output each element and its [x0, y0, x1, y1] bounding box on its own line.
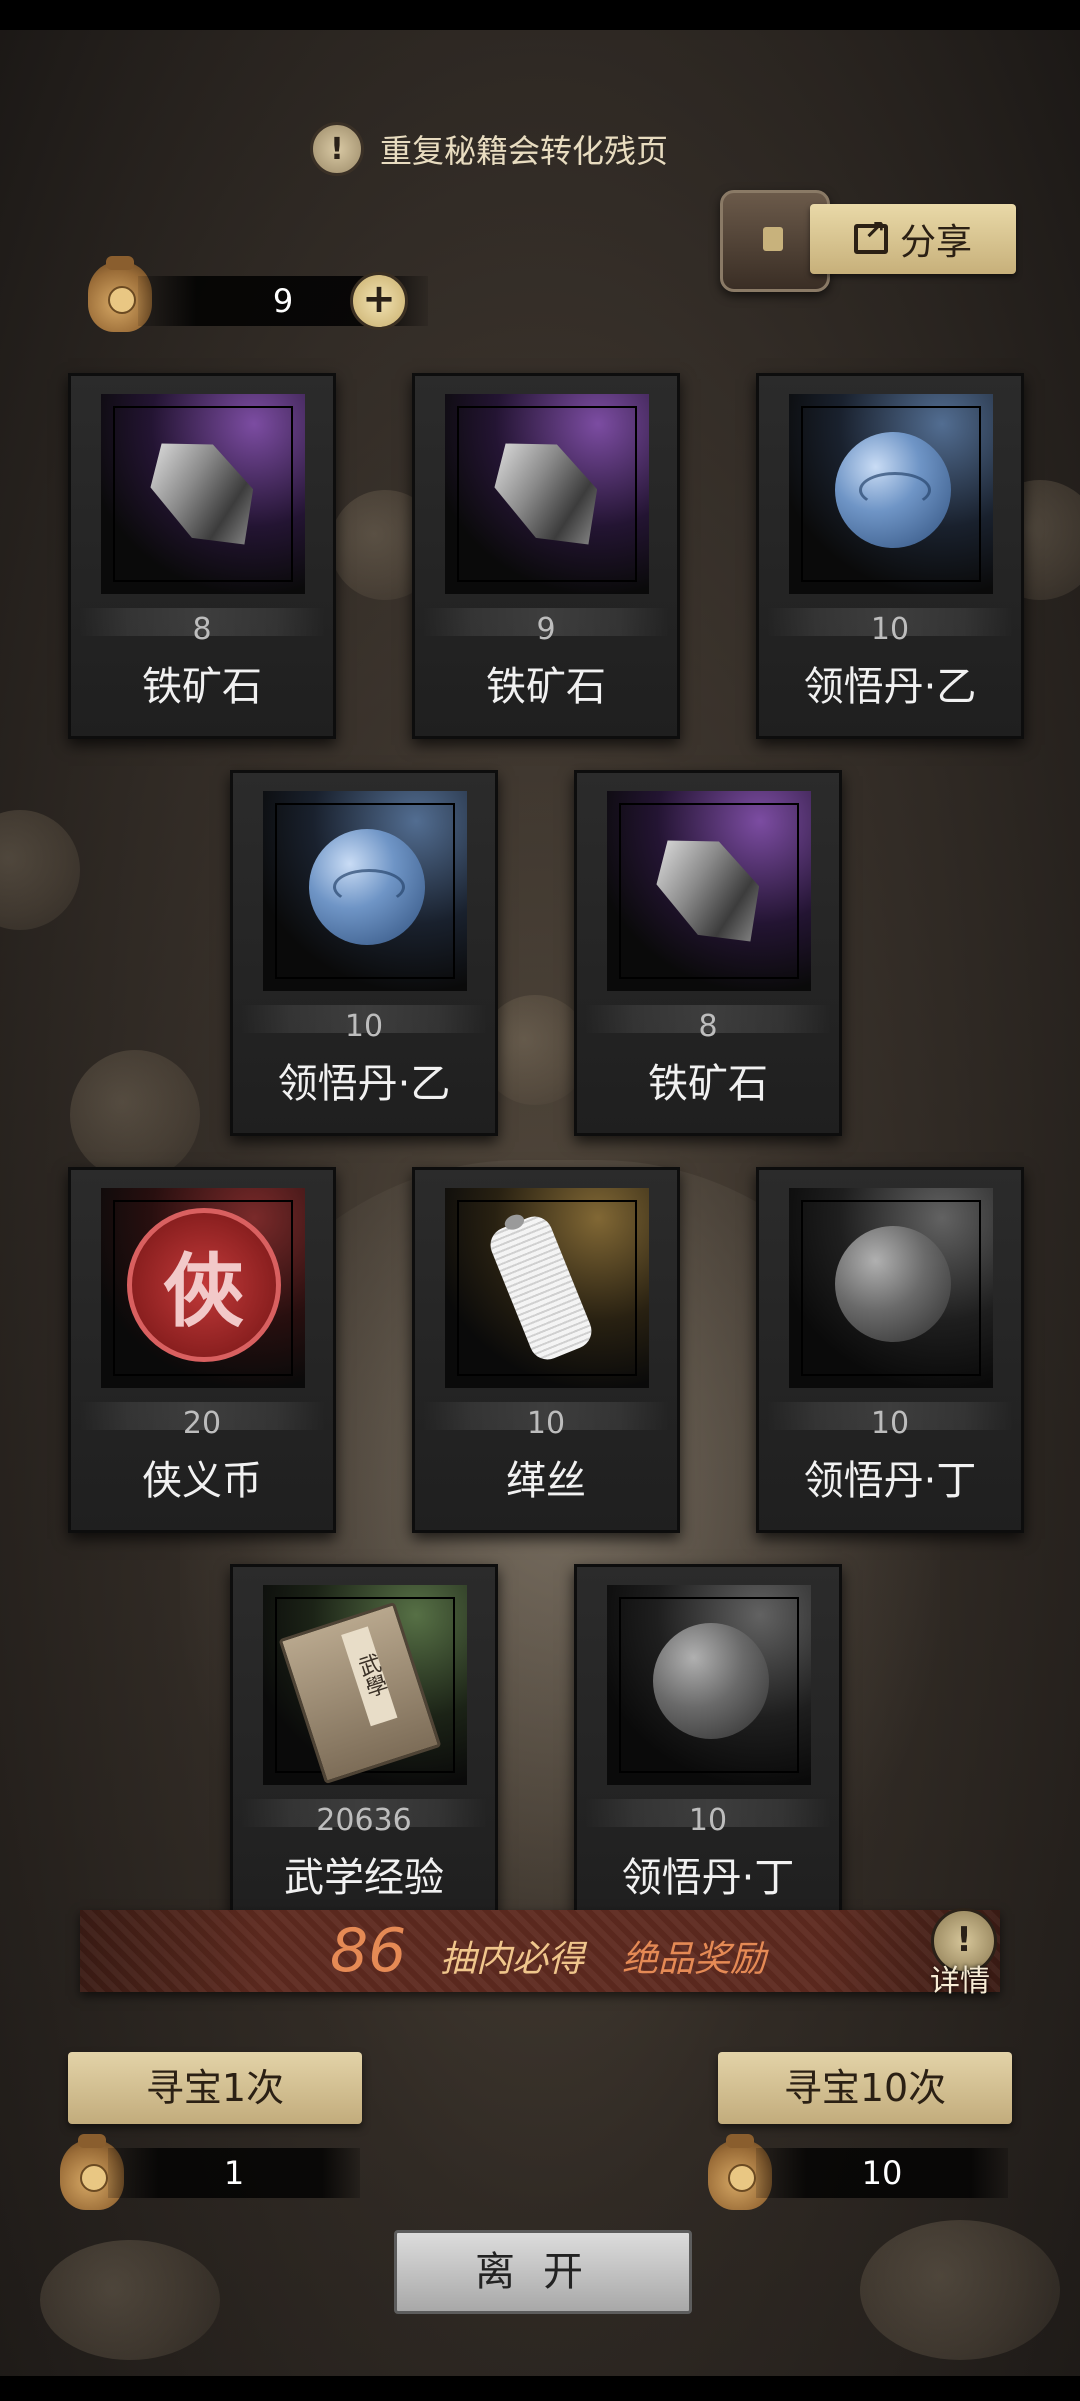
leave-button[interactable]: 离开 [394, 2230, 692, 2314]
reward-item-card[interactable]: 10 领悟丹·丁 [574, 1564, 842, 1930]
reward-item-card[interactable]: 8 铁矿石 [574, 770, 842, 1136]
reward-item-card[interactable]: 10 领悟丹·乙 [230, 770, 498, 1136]
add-currency-button[interactable]: + [350, 272, 408, 330]
item-name: 领悟丹·丁 [803, 1458, 977, 1504]
reward-item-card[interactable]: 10 缂丝 [412, 1167, 680, 1533]
item-quantity: 20636 [316, 1803, 412, 1838]
blue-pill-icon [835, 432, 951, 548]
reward-item-card[interactable]: 20636 武学经验 [230, 1564, 498, 1930]
item-frame [607, 1585, 811, 1785]
background-coin [860, 2220, 1060, 2360]
gray-pill-icon [835, 1226, 951, 1342]
item-name: 侠义币 [142, 1458, 262, 1504]
background-coin [0, 810, 80, 930]
item-frame [789, 394, 993, 594]
item-frame [101, 394, 305, 594]
item-quantity: 10 [688, 1803, 728, 1838]
item-quantity: 8 [192, 612, 212, 647]
item-frame [263, 791, 467, 991]
item-frame [445, 1188, 649, 1388]
guarantee-count: 86 [330, 1916, 407, 1986]
share-label: 分享 [899, 222, 972, 263]
item-name: 铁矿石 [142, 664, 262, 710]
item-frame [263, 1585, 467, 1785]
background-coin [40, 2240, 220, 2360]
item-frame [789, 1188, 993, 1388]
share-icon [853, 216, 888, 254]
duplicate-notice: ! 重复秘籍会转化残页 [310, 122, 668, 176]
share-button[interactable]: 分享 [810, 204, 1016, 274]
item-frame [607, 791, 811, 991]
item-quantity: 10 [870, 612, 910, 647]
draw-ten-cost: 10 [756, 2148, 1008, 2198]
item-quantity: 10 [344, 1009, 384, 1044]
draw-once-cost: 1 [108, 2148, 360, 2198]
item-quantity: 20 [182, 1406, 222, 1441]
item-name: 缂丝 [506, 1458, 586, 1504]
details-button[interactable]: ! 详情 [926, 1908, 1002, 1999]
item-name: 领悟丹·丁 [621, 1855, 795, 1901]
reward-item-card[interactable]: 俠 20 侠义币 [68, 1167, 336, 1533]
reward-item-card[interactable]: 9 铁矿石 [412, 373, 680, 739]
reward-item-card[interactable]: 8 铁矿石 [68, 373, 336, 739]
item-name: 铁矿石 [648, 1061, 768, 1107]
item-name: 领悟丹·乙 [277, 1061, 451, 1107]
item-name: 武学经验 [284, 1855, 444, 1901]
reward-item-card[interactable]: 10 领悟丹·乙 [756, 373, 1024, 739]
background-coin [70, 1050, 200, 1180]
blue-pill-icon [309, 829, 425, 945]
reward-item-card[interactable]: 10 领悟丹·丁 [756, 1167, 1024, 1533]
draw-ten-button[interactable]: 寻宝10次 [718, 2052, 1012, 2124]
item-frame [445, 394, 649, 594]
notice-text: 重复秘籍会转化残页 [380, 132, 669, 170]
gray-pill-icon [653, 1623, 769, 1739]
item-name: 铁矿石 [486, 664, 606, 710]
guarantee-text: 抽内必得 [440, 1939, 585, 1980]
chivalry-coin-icon: 俠 [127, 1208, 281, 1362]
item-quantity: 8 [698, 1009, 718, 1044]
item-quantity: 10 [870, 1406, 910, 1441]
item-frame: 俠 [101, 1188, 305, 1388]
item-quantity: 9 [536, 612, 556, 647]
details-label: 详情 [930, 1964, 990, 1999]
guarantee-reward-text: 绝品奖励 [622, 1939, 767, 1980]
guarantee-banner: 86 抽内必得 绝品奖励 [80, 1910, 1000, 1992]
exclamation-icon: ! [310, 122, 364, 176]
draw-once-button[interactable]: 寻宝1次 [68, 2052, 362, 2124]
item-name: 领悟丹·乙 [803, 664, 977, 710]
item-quantity: 10 [526, 1406, 566, 1441]
